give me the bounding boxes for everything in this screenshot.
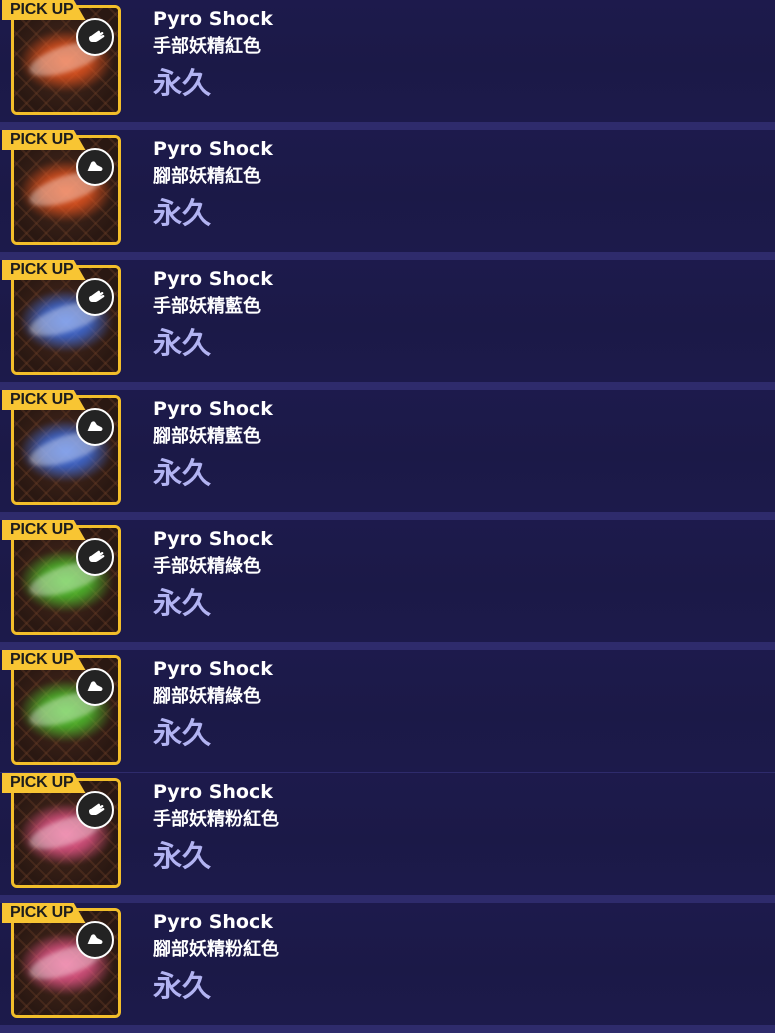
list-item-1[interactable]: PICK UP Pyro Shock 手部妖精紅色 永久	[0, 0, 775, 130]
slot-icon-badge	[76, 538, 114, 576]
item-duration: 永久	[153, 839, 212, 873]
item-name: Pyro Shock	[153, 781, 273, 803]
item-subtitle: 手部妖精紅色	[153, 36, 261, 57]
list-item-5[interactable]: PICK UP Pyro Shock 手部妖精綠色 永久	[0, 520, 775, 650]
hand-icon	[89, 30, 105, 42]
item-subtitle: 手部妖精綠色	[153, 556, 261, 577]
item-subtitle: 腳部妖精粉紅色	[153, 939, 279, 960]
list-item-6[interactable]: PICK UP Pyro Shock 腳部妖精綠色 永久	[0, 650, 775, 780]
item-name: Pyro Shock	[153, 911, 273, 933]
item-subtitle: 手部妖精藍色	[153, 296, 261, 317]
item-subtitle: 手部妖精粉紅色	[153, 809, 279, 830]
item-subtitle: 腳部妖精綠色	[153, 686, 261, 707]
item-duration: 永久	[153, 66, 212, 100]
item-thumbnail	[11, 395, 121, 505]
pickup-tag: PICK UP	[2, 390, 86, 410]
pickup-tag: PICK UP	[2, 520, 86, 540]
list-item-8[interactable]: PICK UP Pyro Shock 腳部妖精粉紅色 永久	[0, 903, 775, 1033]
slot-icon-badge	[76, 278, 114, 316]
hand-icon	[89, 803, 105, 815]
item-thumbnail	[11, 135, 121, 245]
item-duration: 永久	[153, 196, 212, 230]
item-name: Pyro Shock	[153, 268, 273, 290]
item-thumbnail	[11, 5, 121, 115]
item-name: Pyro Shock	[153, 138, 273, 160]
item-name: Pyro Shock	[153, 658, 273, 680]
item-thumbnail	[11, 655, 121, 765]
list-item-4[interactable]: PICK UP Pyro Shock 腳部妖精藍色 永久	[0, 390, 775, 520]
hand-icon	[89, 550, 105, 562]
slot-icon-badge	[76, 408, 114, 446]
slot-icon-badge	[76, 148, 114, 186]
pickup-tag: PICK UP	[2, 130, 86, 150]
foot-icon	[87, 934, 103, 944]
item-name: Pyro Shock	[153, 8, 273, 30]
pickup-tag: PICK UP	[2, 0, 86, 20]
item-name: Pyro Shock	[153, 398, 273, 420]
foot-icon	[87, 681, 103, 691]
item-thumbnail	[11, 778, 121, 888]
foot-icon	[87, 421, 103, 431]
slot-icon-badge	[76, 668, 114, 706]
item-duration: 永久	[153, 456, 212, 490]
list-item-3[interactable]: PICK UP Pyro Shock 手部妖精藍色 永久	[0, 260, 775, 390]
pickup-tag: PICK UP	[2, 260, 86, 280]
foot-icon	[87, 161, 103, 171]
item-subtitle: 腳部妖精紅色	[153, 166, 261, 187]
item-thumbnail	[11, 265, 121, 375]
hand-icon	[89, 290, 105, 302]
item-duration: 永久	[153, 716, 212, 750]
item-list: PICK UP Pyro Shock 手部妖精紅色 永久 PICK UP Pyr…	[0, 0, 775, 1033]
slot-icon-badge	[76, 921, 114, 959]
list-item-7[interactable]: PICK UP Pyro Shock 手部妖精粉紅色 永久	[0, 773, 775, 903]
item-subtitle: 腳部妖精藍色	[153, 426, 261, 447]
item-duration: 永久	[153, 969, 212, 1003]
pickup-tag: PICK UP	[2, 650, 86, 670]
item-thumbnail	[11, 525, 121, 635]
item-thumbnail	[11, 908, 121, 1018]
item-duration: 永久	[153, 326, 212, 360]
list-item-2[interactable]: PICK UP Pyro Shock 腳部妖精紅色 永久	[0, 130, 775, 260]
slot-icon-badge	[76, 18, 114, 56]
slot-icon-badge	[76, 791, 114, 829]
item-duration: 永久	[153, 586, 212, 620]
pickup-tag: PICK UP	[2, 773, 86, 793]
pickup-tag: PICK UP	[2, 903, 86, 923]
item-name: Pyro Shock	[153, 528, 273, 550]
